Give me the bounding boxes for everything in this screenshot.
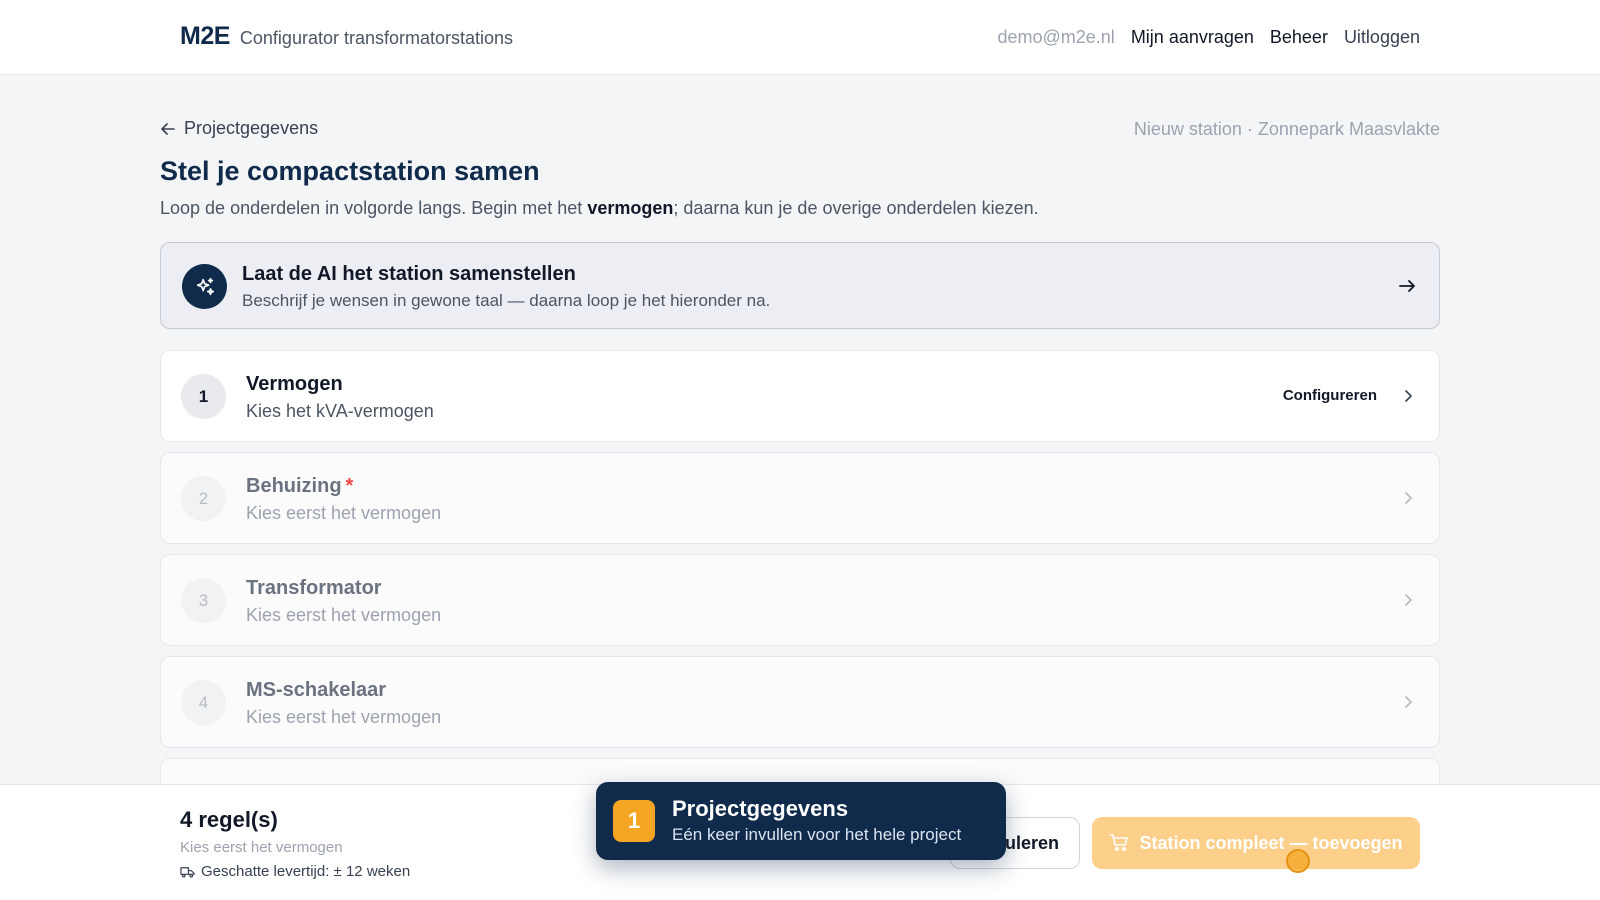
app-subtitle: Configurator transformatorstations [239,28,514,48]
configure-button[interactable]: Configureren [1283,387,1377,404]
nav-my-requests[interactable]: Mijn aanvragen [1131,27,1254,48]
arrow-left-icon [161,122,175,135]
tour-step-badge: 1 [613,800,655,842]
step-transformator[interactable]: 3 Transformator Kies eerst het vermogen [160,554,1440,646]
tour-title: Projectgegevens [672,796,849,821]
cart-icon [1109,834,1129,852]
page-subtitle: Loop de onderdelen in volgorde langs. Be… [160,198,1039,219]
step-number: 2 [181,476,226,521]
step-behuizing[interactable]: 2 Behuizing * Kies eerst het vermogen [160,452,1440,544]
brand-logo[interactable]: M2E [180,22,230,51]
lead-time: Geschatte levertijd: ± 12 weken [180,863,410,880]
brand[interactable]: M2E Configurator transformatorstations [180,22,513,51]
step-subtitle: Kies eerst het vermogen [246,503,442,523]
cancel-button-label: uleren [1004,832,1060,853]
step-ms-schakelaar[interactable]: 4 MS-schakelaar Kies eerst het vermogen [160,656,1440,748]
chevron-right-icon [1405,492,1412,504]
step-number: 4 [181,680,226,725]
arrow-right-icon [1399,280,1415,292]
primary-button-label: Station compleet — toevoegen [1139,832,1403,853]
summary-hint: Kies eerst het vermogen [180,839,343,856]
line-count: 4 regel(s) [180,807,278,832]
back-link-label: Projectgegevens [184,118,319,138]
subtitle-prefix: Loop de onderdelen in volgorde langs. Be… [160,198,588,218]
step-subtitle: Kies eerst het vermogen [246,707,442,727]
subtitle-bold: vermogen [587,198,674,218]
step-title: Behuizing * [246,475,353,498]
chevron-right-icon [1405,696,1412,708]
step-title: MS-schakelaar [246,679,387,701]
top-navbar: M2E Configurator transformatorstations d… [0,0,1600,75]
user-email: demo@m2e.nl [997,27,1115,47]
truck-icon [180,867,195,878]
cursor-indicator [1286,849,1310,873]
subtitle-suffix: ; daarna kun je de overige onderdelen ki… [673,198,1039,218]
step-title: Vermogen [246,373,343,395]
chevron-right-icon [1405,594,1412,606]
ai-card-title: Laat de AI het station samenstellen [242,263,576,285]
step-number: 1 [181,374,226,419]
station-complete-add-button[interactable]: Station compleet — toevoegen [1092,817,1420,869]
page-title: Stel je compactstation samen [160,156,540,186]
sparkles-icon [182,264,227,309]
lead-time-text: Geschatte levertijd: ± 12 weken [201,863,411,880]
ai-compose-card[interactable]: Laat de AI het station samenstellen Besc… [160,242,1440,329]
project-context: Nieuw station · Zonnepark Maasvlakte [1133,119,1440,139]
step-title: Transformator [246,577,382,599]
back-link[interactable]: Projectgegevens [160,118,318,139]
ai-card-subtitle: Beschrijf je wensen in gewone taal — daa… [242,291,771,310]
tour-subtitle: Eén keer invullen voor het hele project [672,825,962,844]
nav-logout[interactable]: Uitloggen [1344,27,1420,48]
nav-admin[interactable]: Beheer [1270,27,1328,48]
step-subtitle: Kies het kVA-vermogen [246,401,434,421]
step-title-text: Behuizing [246,475,342,497]
step-subtitle: Kies eerst het vermogen [246,605,442,625]
step-number: 3 [181,578,226,623]
tour-callout[interactable]: 1 Projectgegevens Eén keer invullen voor… [596,782,1006,860]
chevron-right-icon [1405,390,1412,402]
required-marker: * [345,475,354,497]
top-nav: demo@m2e.nl Mijn aanvragen Beheer Uitlog… [997,27,1420,48]
step-vermogen[interactable]: 1 Vermogen Kies het kVA-vermogen Configu… [160,350,1440,442]
